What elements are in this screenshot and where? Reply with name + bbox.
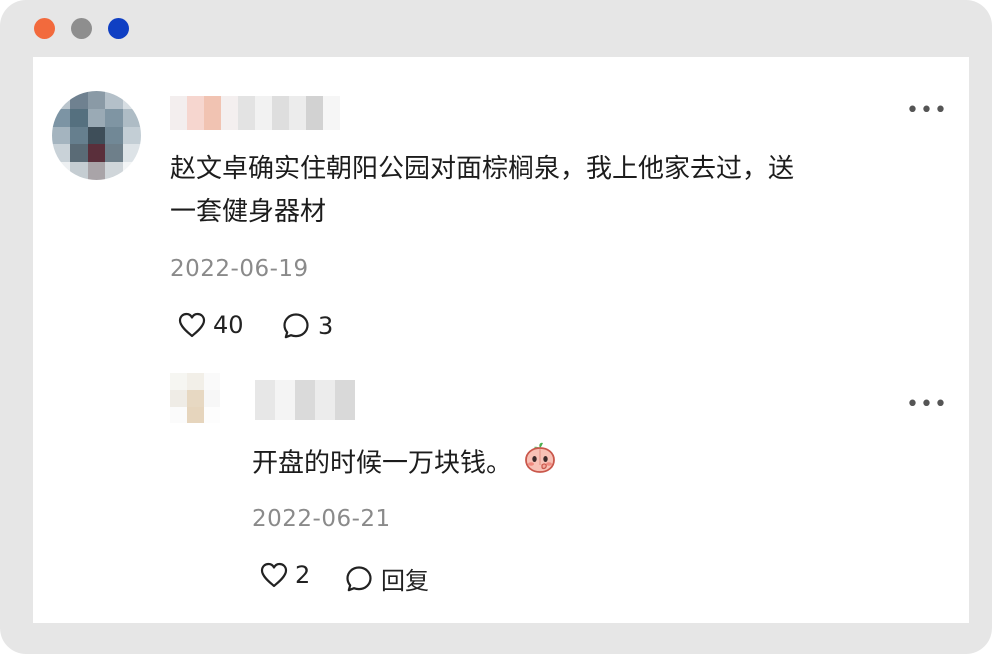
reply-more-icon[interactable]: ••• — [906, 394, 948, 416]
commenter-avatar[interactable] — [52, 91, 141, 180]
peach-face-emoji-icon — [522, 439, 558, 489]
reply-avatar-redacted[interactable] — [170, 373, 220, 423]
reply-name-redacted[interactable] — [255, 380, 355, 420]
comment-text: 赵文卓确实住朝阳公园对面棕榈泉，我上他家去过，送 一套健身器材 — [170, 148, 950, 234]
reply-like-button[interactable]: 2 — [259, 561, 310, 589]
window-close-button[interactable] — [34, 18, 55, 39]
reply-reply-button[interactable]: 回复 — [344, 561, 429, 596]
reply-text: 开盘的时候一万块钱。 — [252, 439, 558, 489]
reply-date: 2022-06-21 — [252, 506, 391, 532]
comment-icon — [283, 313, 309, 339]
comment-icon — [346, 565, 372, 591]
window-maximize-button[interactable] — [108, 18, 129, 39]
commenter-name-redacted[interactable] — [170, 96, 340, 130]
comment-panel — [33, 57, 969, 623]
comment-more-icon[interactable]: ••• — [906, 100, 948, 122]
comment-text-line1: 赵文卓确实住朝阳公园对面棕榈泉，我上他家去过，送 — [170, 154, 795, 184]
comment-text-line2: 一套健身器材 — [170, 197, 327, 227]
comment-date: 2022-06-19 — [170, 256, 309, 282]
reply-like-count: 2 — [295, 561, 311, 589]
reply-reply-label: 回复 — [381, 567, 429, 595]
comment-like-button[interactable]: 40 — [177, 311, 244, 339]
comment-reply-count: 3 — [318, 312, 334, 340]
comment-like-count: 40 — [213, 311, 244, 339]
comment-reply-button[interactable]: 3 — [281, 311, 333, 341]
heart-icon — [260, 562, 288, 588]
heart-icon — [178, 312, 206, 338]
reply-text-content: 开盘的时候一万块钱。 — [252, 448, 513, 479]
window-minimize-button[interactable] — [71, 18, 92, 39]
